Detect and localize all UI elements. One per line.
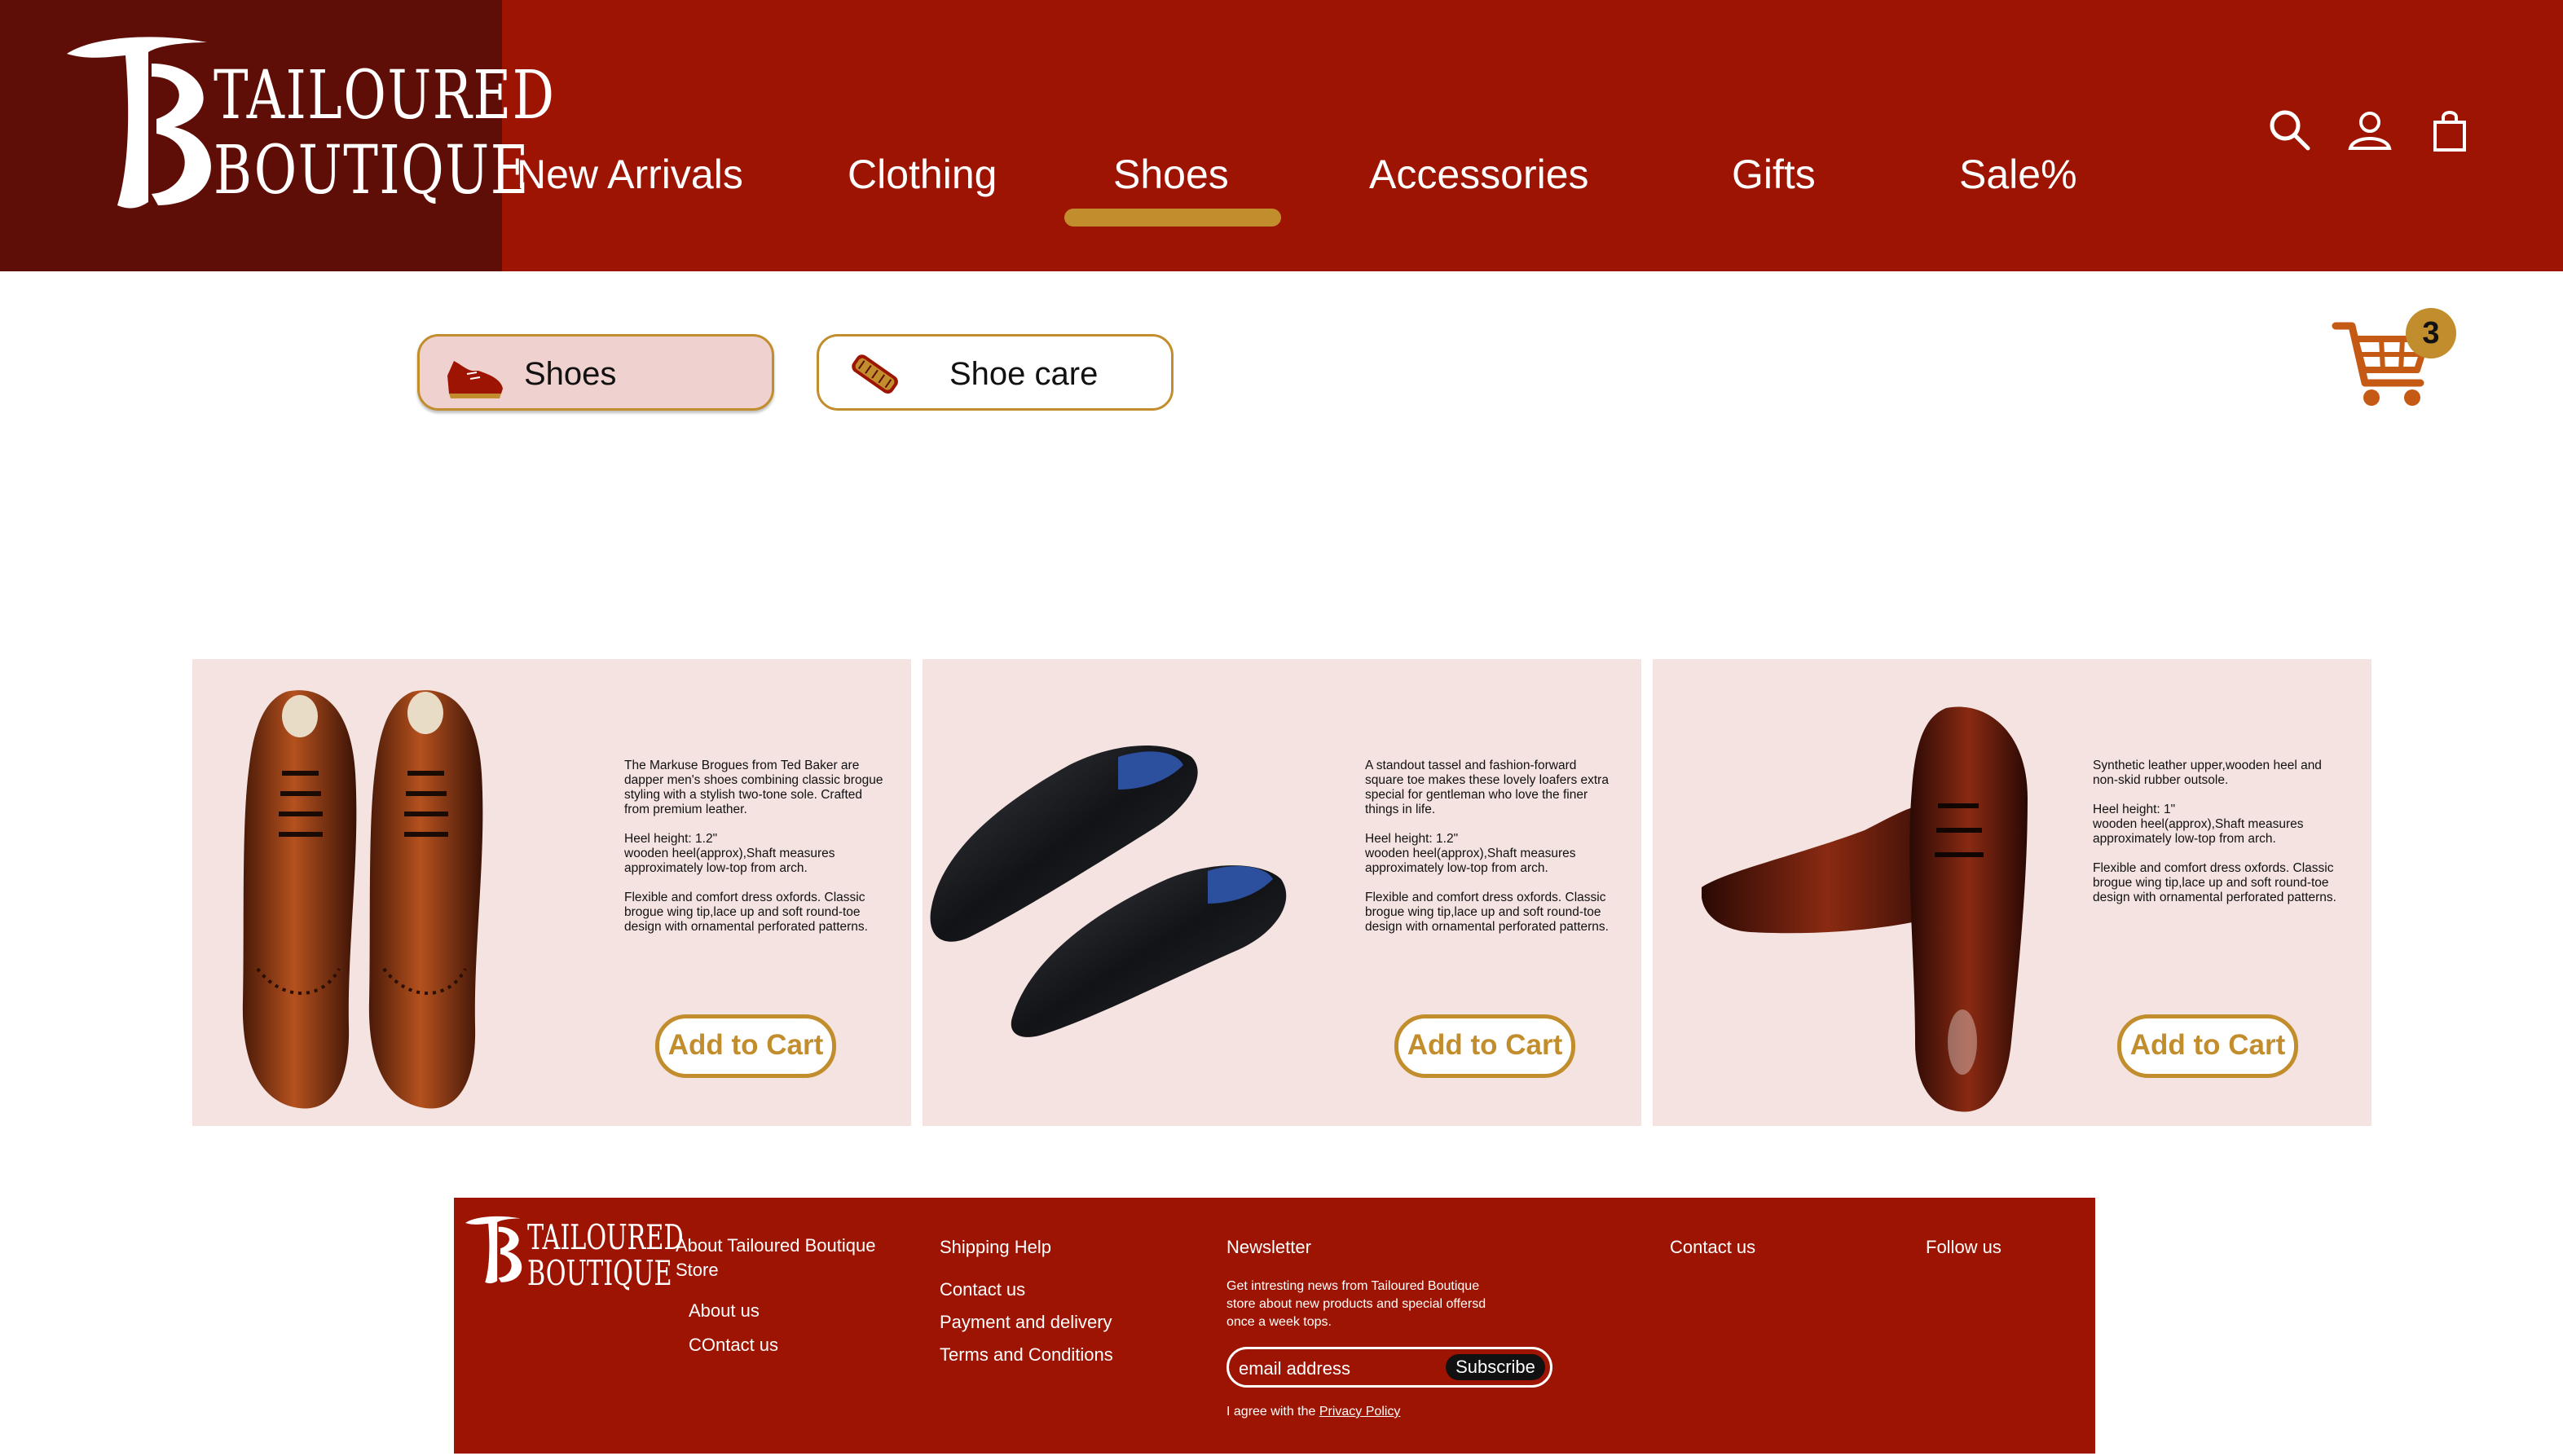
footer-link-contact[interactable]: Contact us — [940, 1279, 1025, 1300]
nav-gifts[interactable]: Gifts — [1732, 151, 1816, 198]
footer-contact-us[interactable]: Contact us — [1670, 1237, 1755, 1258]
site-footer: TAILOURED BOUTIQUE About Tailoured Bouti… — [454, 1198, 2095, 1454]
product-image-brown-brogues — [242, 690, 483, 1109]
product-card: Synthetic leather upper,wooden heel and … — [1653, 659, 2371, 1126]
nav-shoes[interactable]: Shoes — [1113, 151, 1229, 198]
logo-text-line2: BOUTIQUE — [214, 132, 530, 209]
privacy-consent: I agree with the Privacy Policy — [1226, 1403, 1400, 1421]
add-to-cart-button[interactable]: Add to Cart — [1394, 1014, 1575, 1078]
footer-follow-us: Follow us — [1926, 1237, 2002, 1257]
product-card: The Markuse Brogues from Ted Baker are d… — [192, 659, 911, 1126]
nav-new-arrivals[interactable]: New Arrivals — [517, 151, 743, 198]
footer-logo-b-mark-icon — [465, 1216, 522, 1284]
footer-link-payment-delivery[interactable]: Payment and delivery — [940, 1312, 1112, 1333]
subscribe-button[interactable]: Subscribe — [1446, 1354, 1545, 1380]
footer-newsletter-title: Newsletter — [1226, 1237, 1311, 1257]
cart-count-badge: 3 — [2406, 308, 2456, 359]
nav-clothing[interactable]: Clothing — [848, 151, 997, 198]
privacy-policy-link[interactable]: Privacy Policy — [1319, 1405, 1401, 1419]
shoe-icon — [447, 361, 503, 398]
product-description: The Markuse Brogues from Ted Baker are d… — [624, 759, 883, 934]
logo[interactable]: TAILOURED BOUTIQUE — [0, 0, 554, 271]
user-icon[interactable] — [2345, 106, 2394, 155]
logo-b-mark-icon — [67, 37, 211, 209]
category-shoe-care[interactable]: Shoe care — [817, 334, 1174, 411]
nav-active-indicator — [1064, 209, 1281, 227]
product-image-burgundy-oxfords — [1702, 706, 2028, 1112]
footer-logo-line2: BOUTIQUE — [527, 1253, 672, 1293]
shoe-brush-icon — [852, 354, 898, 394]
footer-link-contact-us[interactable]: COntact us — [689, 1335, 778, 1356]
newsletter-email-input[interactable] — [1237, 1356, 1444, 1382]
category-shoe-care-label: Shoe care — [949, 356, 1099, 392]
footer-about-title: About Tailoured Boutique Store — [676, 1235, 876, 1280]
footer-link-about-us[interactable]: About us — [689, 1300, 760, 1322]
newsletter-form: Subscribe — [1226, 1347, 1552, 1388]
footer-newsletter-text: Get intresting news from Tailoured Bouti… — [1226, 1279, 1486, 1329]
category-shoes-label: Shoes — [524, 356, 617, 392]
search-icon[interactable] — [2266, 106, 2314, 155]
product-description: Synthetic leather upper,wooden heel and … — [2093, 759, 2336, 904]
footer-logo-line1: TAILOURED — [527, 1217, 684, 1257]
shopping-bag-icon[interactable] — [2425, 106, 2474, 155]
product-description: A standout tassel and fashion-forward sq… — [1365, 759, 1609, 934]
nav-accessories[interactable]: Accessories — [1369, 151, 1589, 198]
add-to-cart-button[interactable]: Add to Cart — [2117, 1014, 2298, 1078]
privacy-consent-text: I agree with the — [1226, 1405, 1319, 1419]
footer-link-terms[interactable]: Terms and Conditions — [940, 1344, 1113, 1366]
product-image-black-wingtips — [930, 746, 1287, 1037]
category-shoes[interactable]: Shoes — [417, 334, 774, 411]
logo-text-line1: TAILOURED — [214, 57, 556, 134]
add-to-cart-button[interactable]: Add to Cart — [655, 1014, 836, 1078]
footer-shipping-title: Shipping Help — [940, 1237, 1051, 1257]
product-card: A standout tassel and fashion-forward sq… — [923, 659, 1641, 1126]
nav-sale[interactable]: Sale% — [1959, 151, 2077, 198]
